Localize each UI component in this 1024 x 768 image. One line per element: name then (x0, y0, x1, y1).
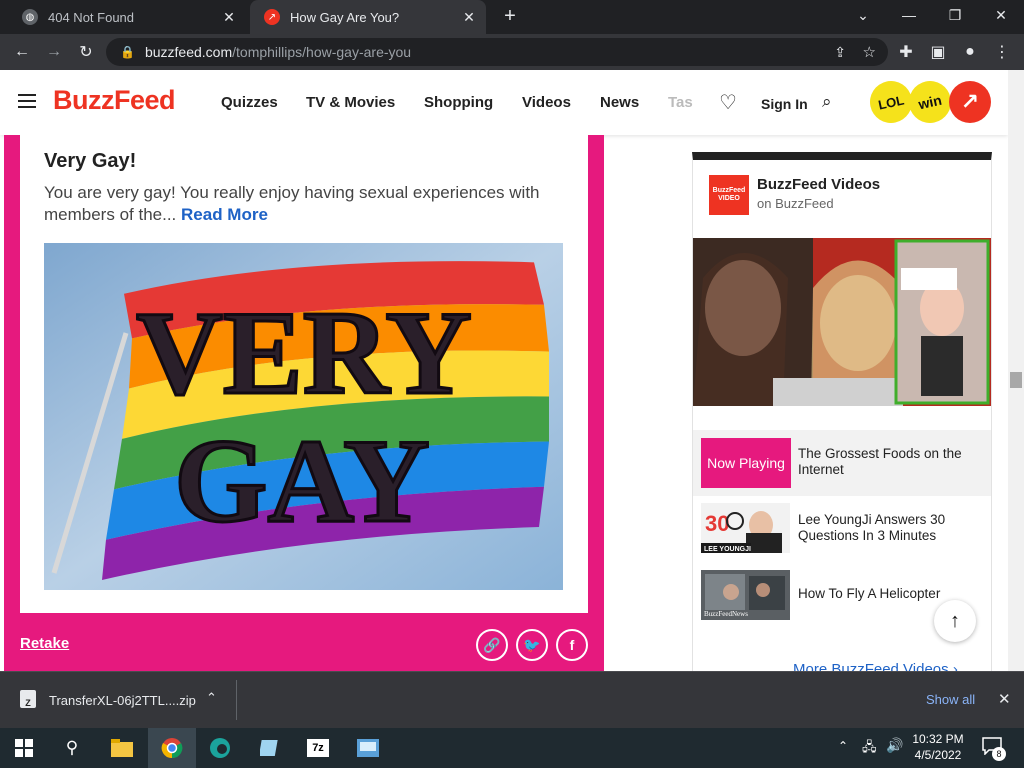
new-tab-button[interactable]: + (498, 4, 522, 28)
extensions-puzzle-icon[interactable]: ✚ (892, 38, 920, 66)
tray-overflow-icon[interactable]: ⌃ (838, 739, 848, 753)
windows-start-icon[interactable] (0, 728, 48, 768)
file-explorer-icon[interactable] (98, 728, 146, 768)
tab-title: 404 Not Found (48, 9, 135, 25)
tab-search-icon[interactable]: ⌄ (840, 0, 886, 30)
scrollbar-thumb[interactable] (1010, 372, 1022, 388)
image-text-very: VERY (136, 286, 472, 419)
clock-time: 10:32 PM (912, 732, 964, 746)
url-domain: buzzfeed.com (144, 44, 233, 60)
video-widget-title[interactable]: BuzzFeed Videos (757, 176, 880, 193)
web-page: BuzzFeed Quizzes TV & Movies Shopping Vi… (0, 70, 1008, 671)
facebook-icon[interactable]: f (556, 629, 588, 661)
edge-icon[interactable] (196, 728, 244, 768)
retake-link[interactable]: Retake (20, 635, 69, 652)
tab-404[interactable]: ◍ 404 Not Found ✕ (8, 0, 246, 34)
control-panel-icon[interactable] (344, 728, 392, 768)
url-path: /tomphillips/how-gay-are-you (232, 44, 412, 60)
nav-videos[interactable]: Videos (522, 94, 571, 111)
restore-button[interactable]: ❐ (932, 0, 978, 30)
close-tab-icon[interactable]: ✕ (460, 8, 478, 26)
scroll-to-top-button[interactable]: ↑ (934, 600, 976, 642)
read-more-link[interactable]: Read More (181, 205, 268, 224)
twitter-icon[interactable]: 🐦 (516, 629, 548, 661)
globe-icon: ◍ (22, 9, 38, 25)
thumbnail-label: BuzzFeedNews (704, 610, 748, 618)
result-description: You are very gay! You really enjoy havin… (44, 182, 574, 226)
reload-icon[interactable]: ↻ (72, 38, 100, 66)
more-videos-link[interactable]: More BuzzFeed Videos › (793, 661, 958, 671)
nav-tv-movies[interactable]: TV & Movies (306, 94, 395, 111)
video-widget-subtitle: on BuzzFeed (757, 196, 834, 211)
copy-link-icon[interactable]: 🔗 (476, 629, 508, 661)
browser-tab-strip: ◍ 404 Not Found ✕ ↗ How Gay Are You? ✕ +… (0, 0, 1024, 34)
thumbnail-label: LEE YOUNGJI (704, 546, 751, 553)
chevron-right-icon: › (952, 661, 958, 671)
video-thumbnail-helicopter[interactable]: BuzzFeedNews (701, 570, 790, 620)
buzzfeed-trending-icon: ↗ (264, 9, 280, 25)
windows-taskbar: ⚲ 7z ⌃ 🖧 🔊 10:32 PM 4/5/2022 8 (0, 728, 1024, 768)
network-icon[interactable]: 🖧 (862, 738, 877, 760)
buzzfeed-video-logo[interactable]: BuzzFeed VIDEO (709, 175, 749, 215)
search-icon[interactable]: ⚲ (48, 728, 96, 768)
nav-news[interactable]: News (600, 94, 639, 111)
browser-toolbar: ← → ↻ 🔒 buzzfeed.com/tomphillips/how-gay… (0, 34, 1024, 70)
minimize-button[interactable]: — (886, 0, 932, 30)
zip-file-icon: Z (20, 690, 36, 708)
download-filename[interactable]: TransferXL-06j2TTL....zip (49, 693, 196, 708)
buzzfeed-logo[interactable]: BuzzFeed (53, 85, 176, 116)
close-download-bar-icon[interactable]: ✕ (998, 690, 1011, 708)
show-all-button[interactable]: Show all (926, 692, 975, 707)
volume-icon[interactable]: 🔊 (886, 737, 903, 754)
7zip-icon[interactable]: 7z (294, 728, 342, 768)
address-bar[interactable]: 🔒 buzzfeed.com/tomphillips/how-gay-are-y… (106, 38, 888, 66)
close-tab-icon[interactable]: ✕ (220, 8, 238, 26)
trending-badge-icon[interactable]: ↗ (949, 81, 991, 123)
sign-in-link[interactable]: Sign In (761, 96, 808, 112)
notepad-icon[interactable] (246, 728, 294, 768)
chrome-icon[interactable] (148, 728, 196, 768)
lock-icon: 🔒 (120, 45, 135, 59)
divider (236, 680, 237, 720)
svg-text:30: 30 (705, 511, 729, 536)
bookmark-star-icon[interactable]: ☆ (863, 43, 876, 61)
result-description-text: You are very gay! You really enjoy havin… (44, 183, 540, 224)
side-panel-icon[interactable]: ▣ (924, 38, 952, 66)
video-title-lee-youngji[interactable]: Lee YoungJi Answers 30 Questions In 3 Mi… (798, 512, 978, 544)
video-thumbnail-lee-youngji[interactable]: 30 LEE YOUNGJI (701, 503, 790, 553)
result-title: Very Gay! (44, 150, 137, 172)
nav-shopping[interactable]: Shopping (424, 94, 493, 111)
heart-icon[interactable]: ♡ (719, 90, 737, 115)
win-badge[interactable]: win (905, 77, 955, 127)
taskbar-clock[interactable]: 10:32 PM 4/5/2022 (903, 731, 973, 763)
back-icon[interactable]: ← (8, 38, 36, 66)
profile-icon[interactable]: ● (956, 38, 984, 66)
tab-title: How Gay Are You? (290, 9, 400, 25)
video-player[interactable] (693, 238, 991, 406)
share-icon[interactable]: ⇪ (834, 44, 846, 61)
notification-count-badge: 8 (992, 747, 1006, 761)
menu-kebab-icon[interactable]: ⋮ (988, 38, 1016, 66)
result-image: VERY GAY (44, 243, 563, 590)
now-playing-badge: Now Playing (701, 438, 791, 488)
close-window-button[interactable]: ✕ (978, 0, 1024, 30)
image-text-gay: GAY (174, 414, 430, 547)
nav-quizzes[interactable]: Quizzes (221, 94, 278, 111)
forward-icon[interactable]: → (40, 38, 68, 66)
page-scrollbar[interactable] (1008, 70, 1024, 671)
search-icon[interactable]: ⌕ (822, 92, 832, 112)
more-videos-label: More BuzzFeed Videos (793, 661, 949, 671)
now-playing-title[interactable]: The Grossest Foods on the Internet (798, 446, 978, 478)
tab-how-gay-are-you[interactable]: ↗ How Gay Are You? ✕ (250, 0, 486, 34)
buzzfeed-header: BuzzFeed Quizzes TV & Movies Shopping Vi… (0, 70, 1008, 135)
nav-tasty-truncated[interactable]: Tas (668, 94, 698, 111)
notification-center-icon[interactable]: 8 (982, 737, 1006, 761)
chevron-up-icon[interactable]: ⌃ (206, 690, 217, 706)
clock-date: 4/5/2022 (914, 748, 962, 762)
hamburger-menu-icon[interactable] (18, 94, 36, 108)
download-bar: Z TransferXL-06j2TTL....zip ⌃ Show all ✕ (0, 671, 1024, 728)
